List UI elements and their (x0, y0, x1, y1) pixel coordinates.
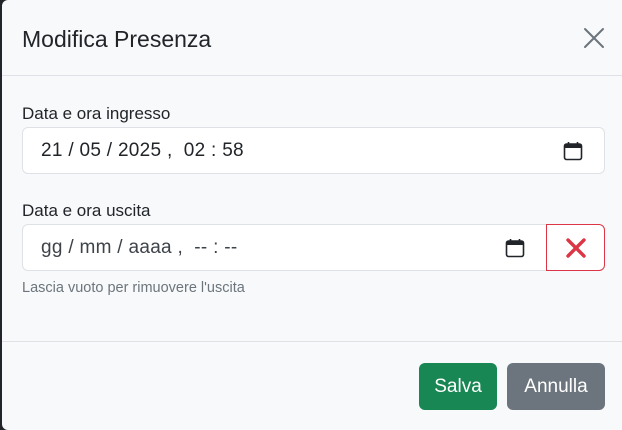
modal-footer: Salva Annulla (2, 341, 622, 430)
modal-title: Modifica Presenza (22, 26, 212, 52)
edit-attendance-modal: Modifica Presenza Data e ora ingresso 21… (2, 0, 622, 430)
calendar-icon[interactable] (563, 141, 583, 161)
close-button[interactable] (582, 26, 606, 50)
cancel-button[interactable]: Annulla (507, 363, 605, 410)
exit-label: Data e ora uscita (22, 201, 151, 220)
entry-label: Data e ora ingresso (22, 104, 171, 123)
clear-exit-button[interactable] (546, 224, 605, 271)
x-icon (565, 237, 586, 258)
exit-datetime-placeholder: gg / mm / aaaa , -- : -- (41, 236, 238, 258)
modal-header: Modifica Presenza (2, 0, 622, 76)
entry-datetime-value: 21 / 05 / 2025 , 02 : 58 (41, 139, 244, 161)
calendar-icon[interactable] (505, 238, 525, 258)
exit-help-text: Lascia vuoto per rimuovere l'uscita (22, 280, 245, 296)
entry-datetime-input[interactable]: 21 / 05 / 2025 , 02 : 58 (22, 127, 605, 174)
exit-datetime-input[interactable]: gg / mm / aaaa , -- : -- (22, 224, 547, 271)
save-button[interactable]: Salva (419, 363, 497, 410)
modal-body: Data e ora ingresso 21 / 05 / 2025 , 02 … (2, 76, 622, 341)
close-icon (584, 28, 604, 48)
